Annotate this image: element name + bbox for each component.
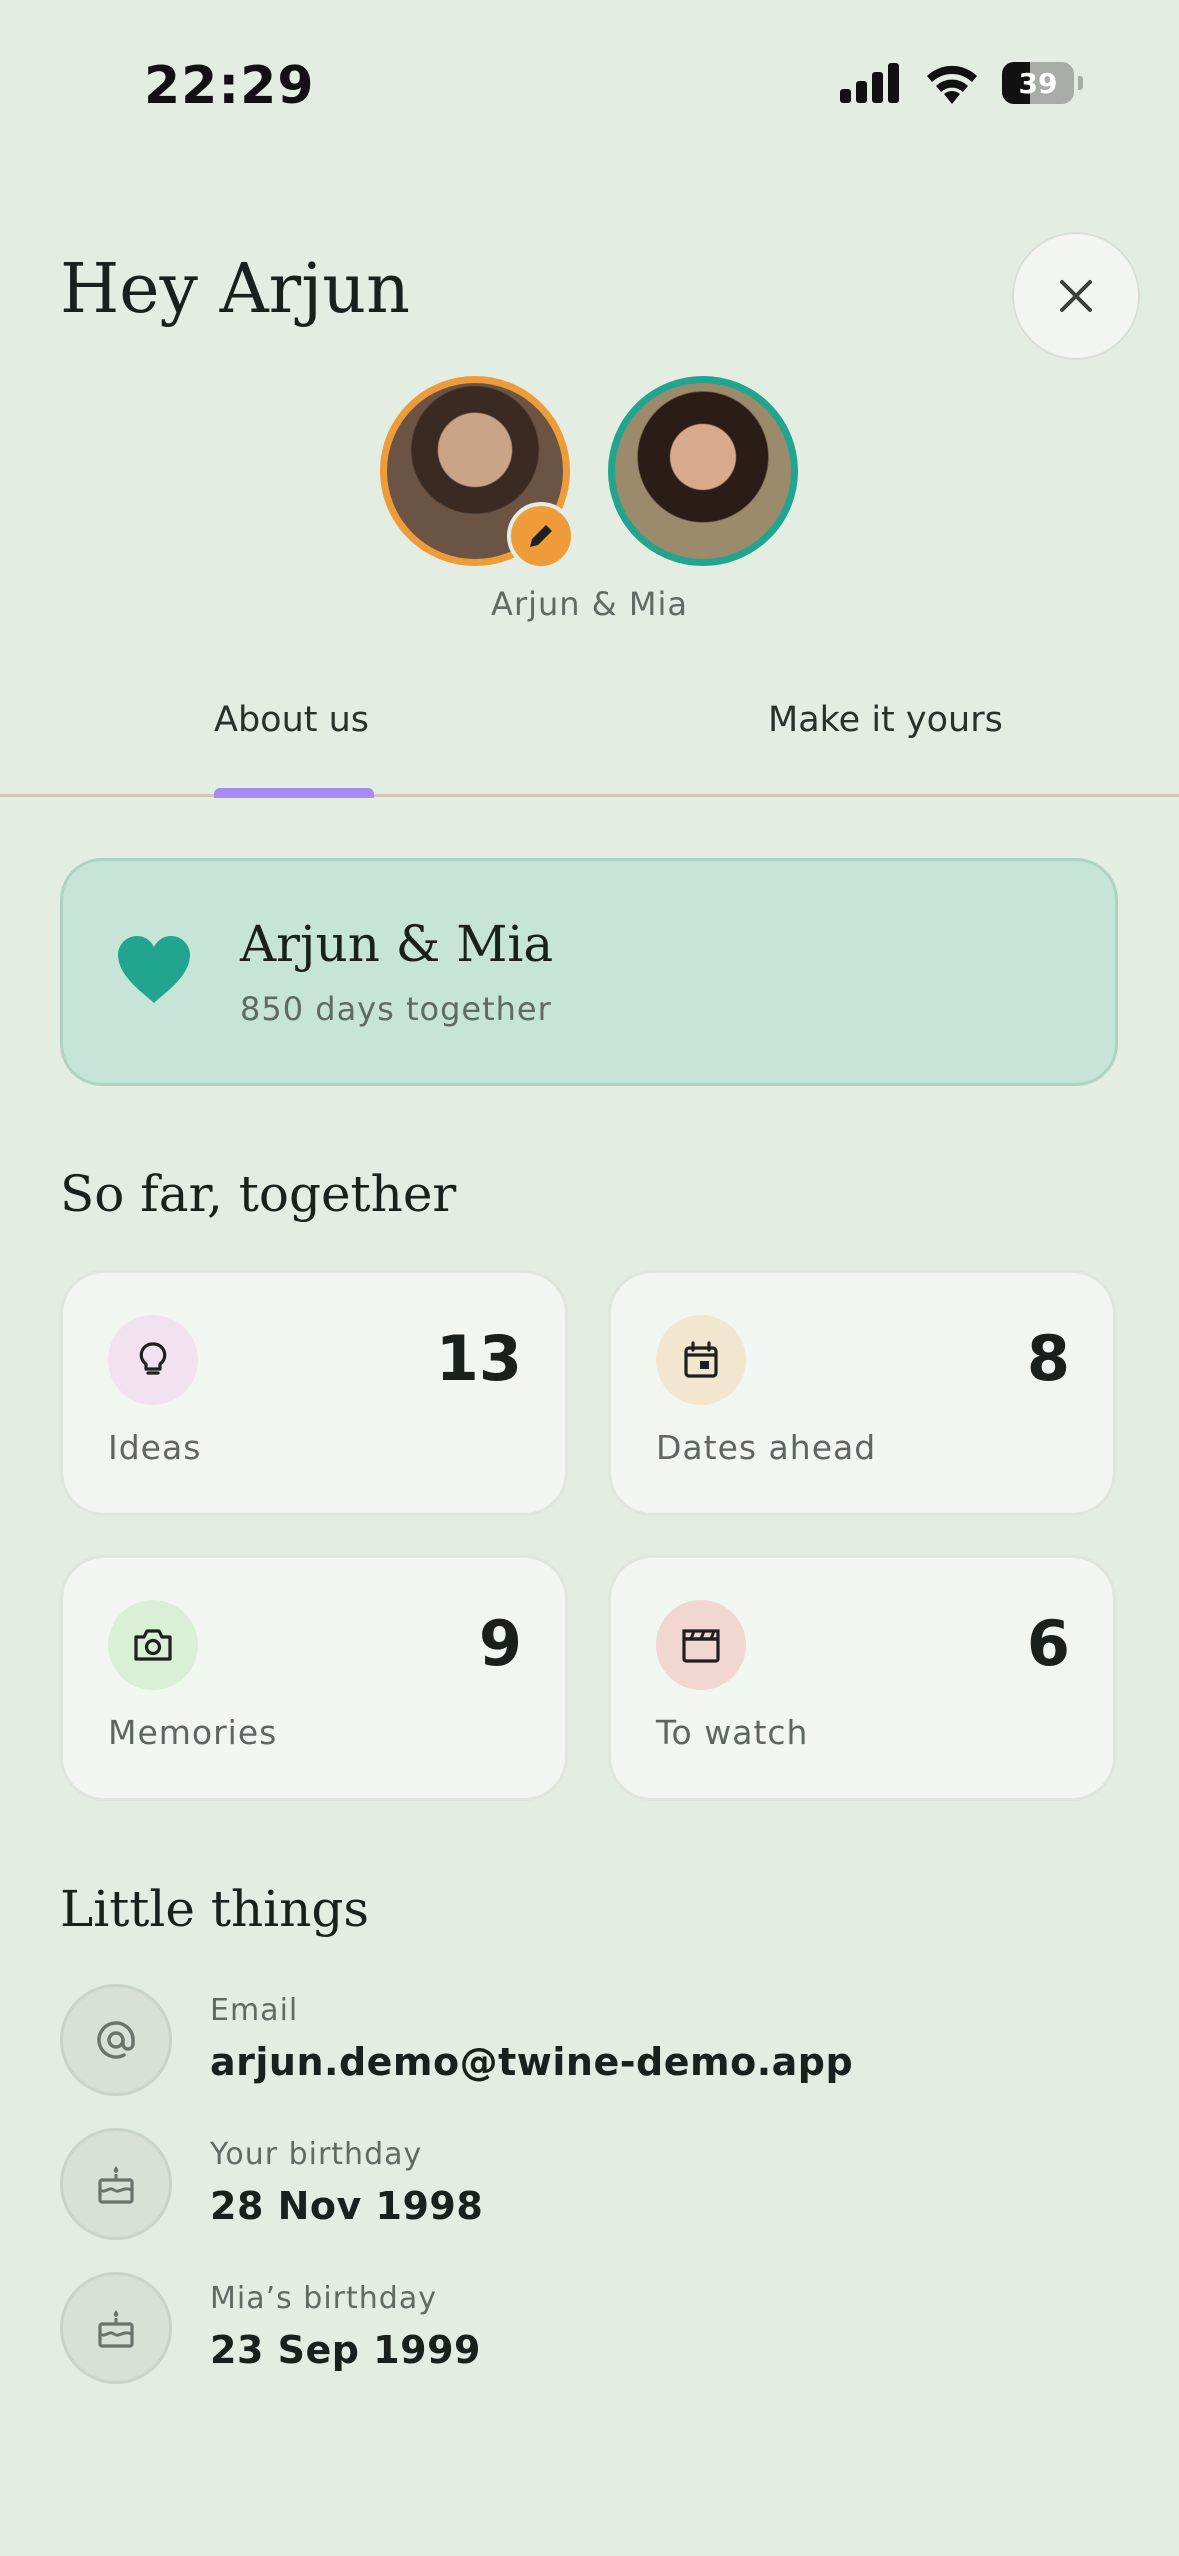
section-title-little-things: Little things [60,1880,370,1938]
stat-label-ideas: Ideas [108,1428,202,1467]
stat-value-ideas: 13 [435,1322,522,1395]
page-title: Hey Arjun [60,250,410,329]
stat-value-memories: 9 [478,1607,522,1680]
cake-icon [60,2272,172,2384]
partner-birthday-value: 23 Sep 1999 [210,2328,481,2372]
battery-percent: 39 [1018,66,1058,100]
tab-about-us[interactable]: About us [214,700,369,740]
status-time: 22:29 [144,56,315,116]
heart-icon [118,936,190,1003]
close-button[interactable] [1012,232,1140,360]
battery-tip [1078,76,1083,90]
status-icons: 39 [840,62,1083,104]
your-birthday-label: Your birthday [210,2137,423,2172]
pencil-icon [530,525,552,547]
camera-icon [108,1600,198,1690]
avatar-mia [608,376,798,566]
stat-label-dates-ahead: Dates ahead [656,1428,877,1467]
couple-names: Arjun & Mia [240,915,554,973]
wifi-icon [927,65,977,104]
signal-icon [840,63,899,103]
close-icon [1060,280,1092,312]
battery-icon: 39 [1002,62,1074,104]
days-together: 850 days together [240,990,552,1028]
stat-label-memories: Memories [108,1713,278,1752]
clapperboard-icon [656,1600,746,1690]
tab-make-it-yours[interactable]: Make it yours [768,700,1003,740]
edit-avatar-button[interactable] [507,502,575,570]
cake-icon [60,2128,172,2240]
tab-divider [0,794,1179,797]
calendar-icon [656,1315,746,1405]
your-birthday-value: 28 Nov 1998 [210,2184,484,2228]
stat-value-to-watch: 6 [1026,1607,1070,1680]
at-icon [60,1984,172,2096]
section-title-so-far: So far, together [60,1165,457,1223]
stat-value-dates-ahead: 8 [1026,1322,1070,1395]
couple-caption: Arjun & Mia [491,585,688,623]
email-value[interactable]: arjun.demo@twine-demo.app [210,2040,853,2084]
partner-birthday-label: Mia’s birthday [210,2281,437,2316]
tab-active-indicator [214,788,374,798]
couple-card [60,858,1118,1086]
stat-label-to-watch: To watch [656,1713,809,1752]
email-label: Email [210,1993,299,2028]
lightbulb-icon [108,1315,198,1405]
